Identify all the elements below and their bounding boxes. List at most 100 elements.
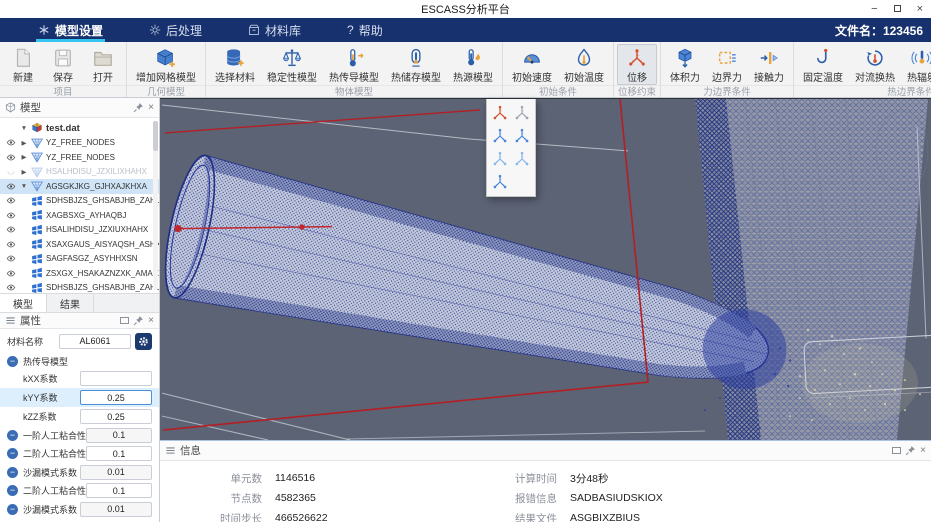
body-force-button[interactable]: 体积力 — [664, 44, 706, 85]
float-panel-icon[interactable] — [120, 317, 129, 324]
property-label: 二阶人工粘合性 — [23, 484, 86, 497]
filename-label: 文件名：123456 — [835, 18, 923, 42]
boundary-force-button[interactable]: 边界力 — [706, 44, 748, 85]
visibility-eye-icon[interactable] — [5, 254, 17, 263]
tree-item[interactable]: HSALIHDISU_JZXIUXHAHX — [0, 223, 159, 238]
displacement-option[interactable] — [491, 150, 509, 168]
minimize-button[interactable]: − — [871, 0, 877, 18]
material-name-field[interactable]: AL6061 — [59, 334, 131, 349]
tree-item[interactable]: ▶ HSALHDISU_JZXILIXHAHX — [0, 165, 159, 180]
displacement-option[interactable] — [491, 173, 509, 191]
tree-item[interactable]: SDHSBJZS_GHSABJHB_ZAHU — [0, 281, 159, 294]
property-field[interactable]: 0.01 — [80, 502, 152, 517]
tripod-axes-blue-icon — [491, 127, 509, 145]
material-settings-button[interactable] — [135, 333, 152, 350]
conduction-section-row[interactable]: − 热传导模型 — [0, 353, 159, 369]
title-bar: ESCASS分析平台 − × — [0, 0, 931, 18]
save-button[interactable]: 保存 — [43, 44, 83, 85]
select-material-button[interactable]: 选择材料 — [209, 44, 261, 85]
displacement-option[interactable] — [513, 104, 531, 122]
collapse-arrow-icon[interactable]: ▶ — [20, 139, 28, 147]
tab-results[interactable]: 结果 — [47, 294, 94, 312]
close-button[interactable]: × — [917, 0, 923, 18]
button-label: 位移 — [627, 69, 647, 84]
visibility-eye-icon[interactable] — [5, 196, 17, 205]
displacement-option[interactable] — [491, 127, 509, 145]
visibility-eye-icon[interactable] — [5, 182, 17, 191]
collapse-section-icon[interactable]: − — [7, 356, 18, 367]
displacement-option[interactable] — [513, 127, 531, 145]
float-panel-icon[interactable] — [892, 447, 901, 454]
tab-help[interactable]: ? 帮助 — [339, 18, 391, 42]
convection-button[interactable]: 对流换热 — [849, 44, 901, 85]
visibility-eye-icon[interactable] — [5, 283, 17, 292]
displacement-option[interactable] — [513, 150, 531, 168]
tree-item[interactable]: XAGBSXG_AYHAQBJ — [0, 208, 159, 223]
new-button[interactable]: 新建 — [3, 44, 43, 85]
tab-material-library[interactable]: 材料库 — [240, 18, 309, 42]
tab-post-processing[interactable]: 后处理 — [141, 18, 210, 42]
open-button[interactable]: 打开 — [83, 44, 123, 85]
button-label: 热传导模型 — [329, 69, 379, 84]
property-field[interactable]: 0.01 — [80, 465, 152, 480]
kzz-field[interactable]: 0.25 — [80, 409, 152, 424]
collapse-section-icon[interactable]: − — [7, 504, 18, 515]
collapse-section-icon[interactable]: − — [7, 430, 18, 441]
tree-root[interactable]: ▼ test.dat — [0, 121, 159, 136]
tree-item-selected[interactable]: ▼ AGSGKJKG_GJHXAJKHXA — [0, 179, 159, 194]
property-field[interactable]: 0.1 — [86, 483, 152, 498]
kxx-field[interactable] — [80, 371, 152, 386]
stability-model-button[interactable]: 稳定性模型 — [261, 44, 323, 85]
properties-panel: 属性 × 材料名称 AL6061 − 热传导模型 kXX系数 — [0, 313, 159, 522]
visibility-hidden-icon[interactable] — [5, 167, 17, 176]
pin-icon[interactable] — [133, 315, 144, 326]
tab-label: 帮助 — [359, 22, 383, 39]
expand-arrow-icon[interactable]: ▼ — [20, 183, 28, 190]
pin-icon[interactable] — [905, 445, 916, 456]
initial-velocity-button[interactable]: 初始速度 — [506, 44, 558, 85]
tree-scrollbar[interactable] — [153, 121, 158, 290]
kyy-field[interactable]: 0.25 — [80, 390, 152, 405]
properties-close-button[interactable]: × — [148, 316, 154, 326]
heat-source-model-button[interactable]: 热源模型 — [447, 44, 499, 85]
model-panel-close-button[interactable]: × — [148, 103, 154, 113]
info-close-button[interactable]: × — [920, 446, 926, 456]
maximize-button[interactable] — [894, 0, 901, 18]
property-field[interactable]: 0.1 — [86, 446, 152, 461]
collapse-section-icon[interactable]: − — [7, 485, 18, 496]
tree-item[interactable]: XSAXGAUS_AISYAQSH_ASHX — [0, 237, 159, 252]
visibility-eye-icon[interactable] — [5, 240, 17, 249]
tab-model-settings[interactable]: 模型设置 — [30, 18, 111, 42]
heat-conduction-model-button[interactable]: 热传导模型 — [323, 44, 385, 85]
heat-storage-model-button[interactable]: 热储存模型 — [385, 44, 447, 85]
displacement-option-selected[interactable] — [491, 104, 509, 122]
tree-item[interactable]: SDHSBJZS_GHSABJHB_ZAHU — [0, 194, 159, 209]
contact-force-button[interactable]: 接触力 — [748, 44, 790, 85]
visibility-eye-icon[interactable] — [5, 269, 17, 278]
collapse-arrow-icon[interactable]: ▶ — [20, 168, 28, 176]
tree-item[interactable]: SAGFASGZ_ASYHHXSN — [0, 252, 159, 267]
expand-arrow-icon[interactable]: ▼ — [20, 125, 28, 132]
collapse-section-icon[interactable]: − — [7, 448, 18, 459]
initial-temperature-button[interactable]: 初始温度 — [558, 44, 610, 85]
scrollbar-thumb[interactable] — [153, 121, 158, 151]
visibility-eye-icon[interactable] — [5, 225, 17, 234]
pin-icon[interactable] — [133, 102, 144, 113]
property-row: − 二阶人工粘合性 0.1 — [0, 445, 159, 464]
visibility-eye-icon[interactable] — [5, 138, 17, 147]
displacement-button[interactable]: 位移 — [617, 44, 657, 85]
fixed-temperature-button[interactable]: 固定温度 — [797, 44, 849, 85]
tab-model[interactable]: 模型 — [0, 294, 47, 312]
viewport-3d-scene[interactable] — [160, 99, 931, 440]
tree-item[interactable]: ▶ YZ_FREE_NODES — [0, 150, 159, 165]
tree-item[interactable]: ZSXGX_HSAKAZNZXK_AMASX — [0, 266, 159, 281]
collapse-arrow-icon[interactable]: ▶ — [20, 153, 28, 161]
visibility-eye-icon[interactable] — [5, 153, 17, 162]
thermal-radiation-button[interactable]: 热辐射 — [901, 44, 931, 85]
add-mesh-model-button[interactable]: 增加网格模型 — [130, 44, 202, 85]
property-field[interactable]: 0.1 — [86, 428, 152, 443]
tree-item[interactable]: ▶ YZ_FREE_NODES — [0, 136, 159, 151]
viewport-3d[interactable] — [160, 98, 931, 440]
visibility-eye-icon[interactable] — [5, 211, 17, 220]
collapse-section-icon[interactable]: − — [7, 467, 18, 478]
